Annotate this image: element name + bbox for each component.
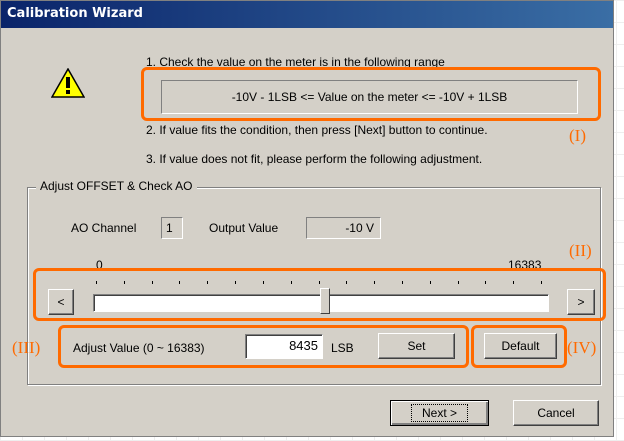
annotation-label-2: (II) [569,241,592,260]
ao-channel-label: AO Channel [71,221,137,235]
step-2-text: 2. If value fits the condition, then pre… [146,123,488,137]
window-title: Calibration Wizard [7,6,143,21]
calibration-wizard-dialog: Calibration Wizard 1. Check the value on… [0,0,614,437]
annotation-label-3: (III) [12,338,41,357]
output-value-field: -10 V [306,217,381,239]
ao-channel-value: 1 [166,221,173,235]
annotation-box-2 [33,268,606,321]
next-button[interactable]: Next > [390,400,489,426]
output-value: -10 V [345,221,374,235]
output-value-label: Output Value [209,221,279,235]
annotation-label-1: (I) [569,126,586,145]
warning-icon [51,68,85,98]
next-button-label: Next > [410,404,468,422]
cancel-button[interactable]: Cancel [513,400,599,426]
group-title: Adjust OFFSET & Check AO [36,179,197,193]
ao-channel-field: 1 [161,217,183,239]
title-bar: Calibration Wizard [1,1,613,28]
step-3-text: 3. If value does not fit, please perform… [146,152,483,166]
annotation-box-4 [471,325,567,368]
annotation-box-3 [58,325,469,368]
annotation-label-4: (IV) [567,338,597,357]
annotation-box-1 [141,67,601,121]
